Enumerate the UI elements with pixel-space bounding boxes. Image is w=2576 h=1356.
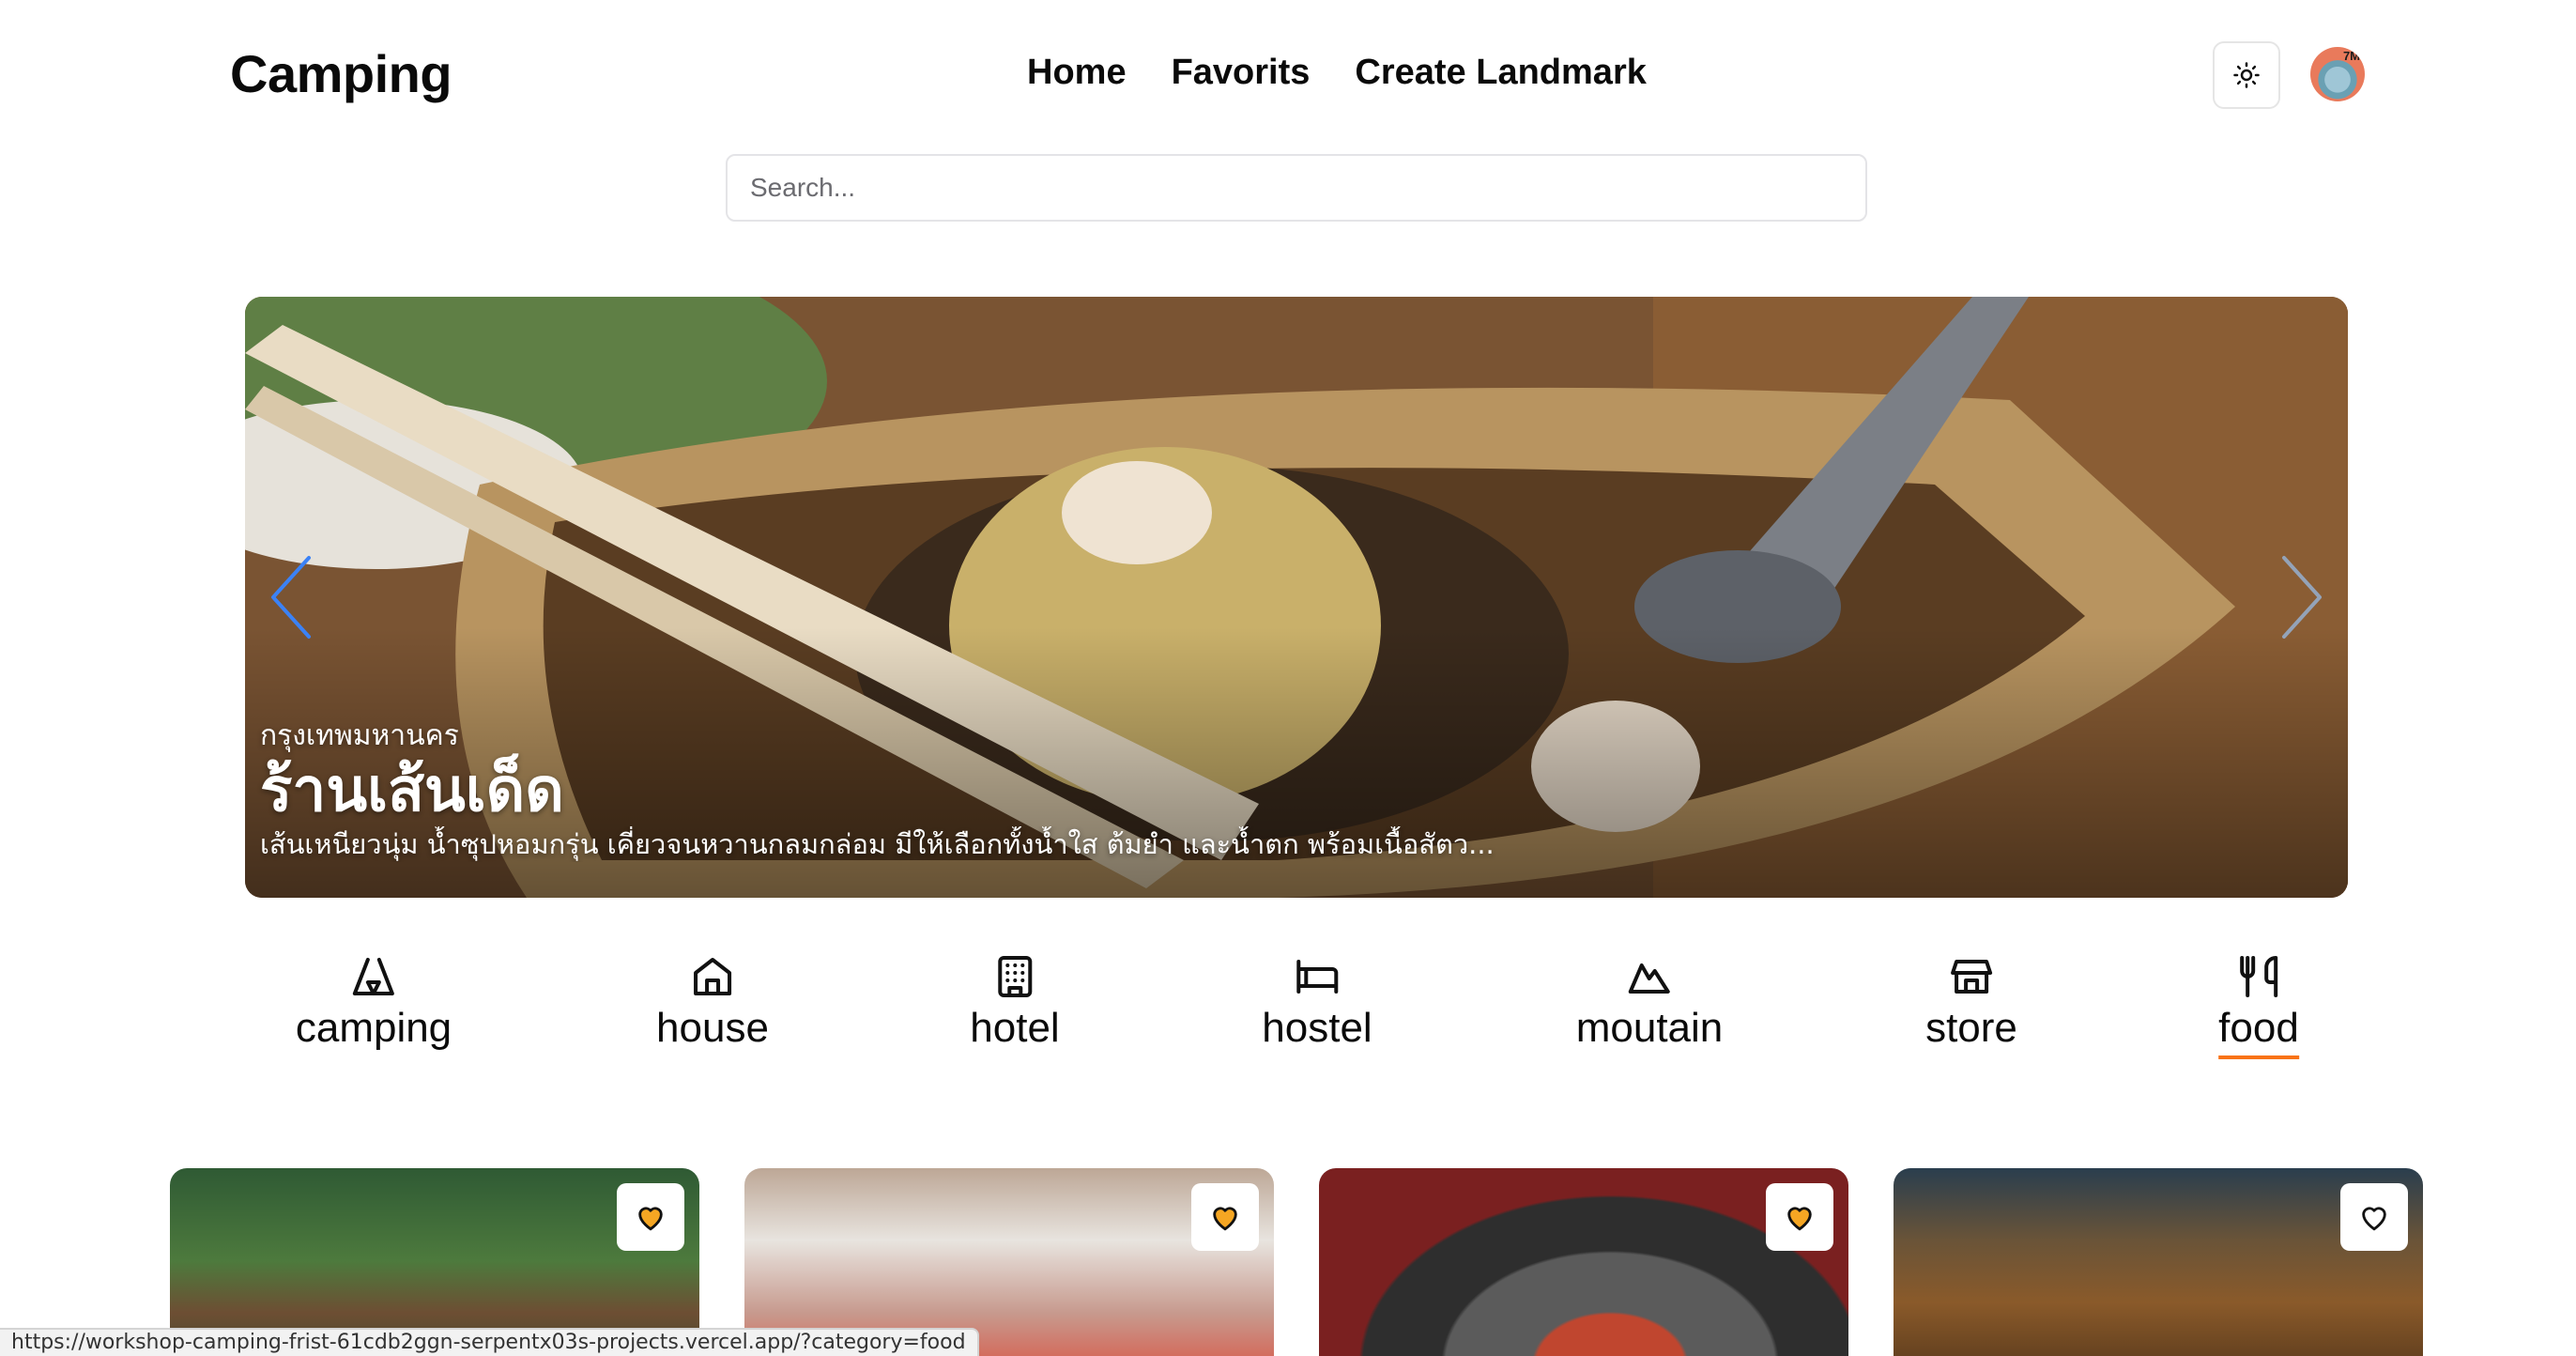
category-label: hotel <box>970 1005 1060 1051</box>
main-nav: Home Favorits Create Landmark <box>1027 53 1647 93</box>
category-hotel[interactable]: hotel <box>970 954 1060 1052</box>
house-icon <box>693 958 731 995</box>
heart-icon <box>1213 1207 1237 1231</box>
mountain-icon <box>1628 963 1670 994</box>
app-logo[interactable]: Camping <box>230 43 452 104</box>
page: Camping Home Favorits Create Landmark 7M <box>0 0 2576 1356</box>
category-label: food <box>2218 1005 2299 1059</box>
category-label: camping <box>295 1005 452 1051</box>
heart-icon <box>1787 1207 1812 1231</box>
landmark-card[interactable] <box>1894 1168 2423 1356</box>
favorite-button[interactable] <box>1191 1183 1259 1251</box>
hero-carousel[interactable]: กรุงเทพมหานคร ร้านเส้นเด็ด เส้นเหนียวนุ่… <box>245 297 2348 898</box>
nav-home-link[interactable]: Home <box>1027 53 1127 93</box>
carousel-next-icon[interactable] <box>2273 550 2329 644</box>
landmark-card[interactable] <box>1319 1168 1848 1356</box>
avatar-mark: 7M <box>2342 49 2360 63</box>
category-label: house <box>656 1005 769 1051</box>
hero-description: เส้นเหนียวนุ่ม น้ำซุปหอมกรุ่น เคี่ยวจนหว… <box>260 828 1495 860</box>
heart-icon <box>638 1207 663 1231</box>
category-house[interactable]: house <box>656 954 769 1052</box>
category-food[interactable]: food <box>2218 954 2299 1059</box>
category-mountain[interactable]: moutain <box>1575 954 1724 1052</box>
heart-icon <box>2362 1207 2386 1231</box>
category-camping[interactable]: camping <box>296 954 452 1052</box>
favorite-button[interactable] <box>617 1183 684 1251</box>
nav-favorites-link[interactable]: Favorits <box>1172 53 1311 93</box>
sun-icon <box>2233 62 2260 88</box>
tent-icon <box>353 958 394 995</box>
link-status-bar: https://workshop-camping-frist-61cdb2ggn… <box>0 1328 979 1356</box>
category-label: hostel <box>1262 1005 1372 1051</box>
search-input[interactable] <box>726 154 1867 222</box>
category-label: store <box>1925 1005 2017 1051</box>
bed-icon <box>1296 960 1338 994</box>
category-label: moutain <box>1575 1005 1724 1051</box>
category-store[interactable]: store <box>1925 954 2017 1052</box>
utensils-icon <box>2239 956 2277 997</box>
favorite-button[interactable] <box>1766 1183 1833 1251</box>
category-hostel[interactable]: hostel <box>1262 954 1372 1052</box>
theme-toggle-button[interactable] <box>2213 41 2280 109</box>
hero-location: กรุงเทพมหานคร <box>260 719 459 752</box>
building-icon <box>997 956 1032 997</box>
nav-create-landmark-link[interactable]: Create Landmark <box>1355 53 1646 93</box>
favorite-button[interactable] <box>2340 1183 2408 1251</box>
carousel-prev-icon[interactable] <box>264 550 320 644</box>
hero-title: ร้านเส้นเด็ด <box>260 756 564 825</box>
user-avatar[interactable]: 7M <box>2310 47 2365 101</box>
store-icon <box>1950 960 1992 994</box>
hero-caption: กรุงเทพมหานคร ร้านเส้นเด็ด เส้นเหนียวนุ่… <box>260 717 1574 862</box>
